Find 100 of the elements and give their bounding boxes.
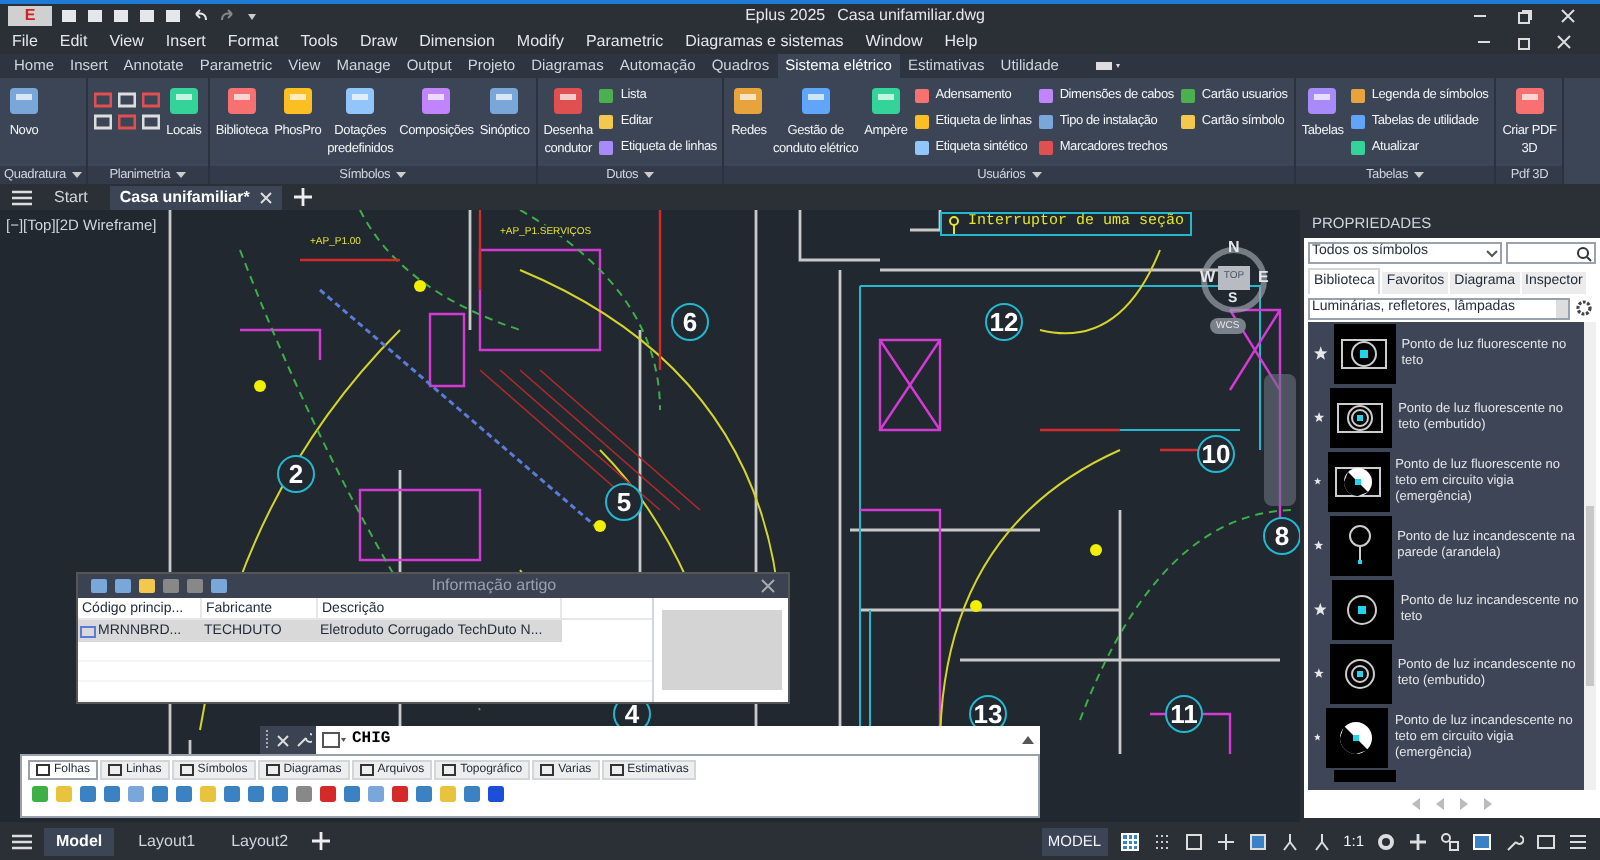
star-icon[interactable] — [1314, 410, 1325, 424]
close-icon[interactable] — [760, 578, 777, 594]
workspace-icon[interactable] — [1094, 58, 1123, 74]
menu-item[interactable]: Tools — [300, 29, 338, 53]
menu-icon[interactable] — [12, 189, 32, 205]
caret-icon[interactable] — [71, 171, 82, 179]
star-icon[interactable] — [1314, 538, 1324, 552]
search-field[interactable] — [1506, 242, 1596, 264]
light-point — [970, 600, 982, 612]
symbol-thumbnail — [1334, 770, 1396, 782]
tab-icon — [108, 764, 123, 776]
room-number: 2 — [277, 455, 315, 493]
tab-icon — [359, 764, 374, 776]
tool-icon — [550, 84, 587, 118]
switch-symbol-icon — [948, 215, 960, 233]
settings-icon[interactable] — [1576, 300, 1592, 316]
star-icon[interactable] — [1314, 602, 1327, 616]
menu-item[interactable]: Window — [865, 29, 923, 53]
dots-grid-icon[interactable] — [1151, 831, 1172, 851]
item-icon — [80, 625, 96, 637]
room-number: 10 — [1197, 435, 1235, 473]
command-text: CHIG — [352, 728, 391, 752]
layout-tab[interactable]: Layout1 — [126, 827, 208, 855]
person-icon[interactable] — [1311, 831, 1332, 851]
star-icon[interactable] — [1314, 346, 1328, 360]
menu-item[interactable]: Draw — [359, 29, 398, 53]
menu-item[interactable]: Dimension — [419, 29, 495, 53]
plus-icon[interactable] — [293, 188, 312, 206]
undo-icon[interactable] — [190, 8, 210, 24]
menu-item[interactable]: Format — [227, 29, 279, 53]
menu-item[interactable]: Modify — [516, 29, 564, 53]
grip-icon[interactable] — [264, 730, 270, 750]
room-number: 8 — [1263, 517, 1300, 555]
redo-icon[interactable] — [218, 8, 238, 24]
room-number: 5 — [605, 483, 643, 521]
plus-icon[interactable] — [312, 832, 331, 850]
tool-icon — [486, 84, 523, 118]
menu-item[interactable]: File — [12, 29, 38, 53]
star-icon[interactable] — [1314, 730, 1321, 744]
crosshair-icon[interactable] — [1215, 831, 1236, 851]
scrollbar[interactable] — [1584, 322, 1596, 790]
caret-icon[interactable] — [1031, 171, 1042, 179]
square-icon[interactable] — [1247, 831, 1268, 851]
layout-tab[interactable]: Model — [44, 827, 115, 855]
tab-icon — [179, 764, 194, 776]
layout-tab[interactable]: Layout2 — [219, 827, 301, 855]
light-point — [1090, 544, 1102, 556]
caret-icon[interactable] — [1022, 736, 1034, 744]
room-number: 11 — [1165, 695, 1203, 733]
caret-icon[interactable] — [176, 171, 187, 179]
menu-item[interactable]: Edit — [59, 29, 88, 53]
shapes-icon[interactable] — [1440, 831, 1460, 851]
document-tab[interactable]: Casa unifamiliar* — [109, 185, 282, 209]
caret-icon[interactable] — [644, 171, 655, 179]
menu-icon[interactable] — [12, 833, 32, 849]
menu-icon[interactable] — [1568, 831, 1588, 851]
compass-label: N — [1228, 236, 1240, 260]
menu-item[interactable]: View — [109, 29, 144, 53]
plus-icon[interactable] — [1408, 831, 1428, 851]
tool-icon — [6, 84, 42, 118]
menu-item[interactable]: Help — [944, 29, 978, 53]
tool-icon — [730, 84, 767, 118]
menu-item[interactable]: Insert — [165, 29, 206, 53]
room-number: 6 — [671, 303, 709, 341]
app-title: Eplus 2025 — [745, 4, 826, 28]
light-point — [414, 280, 426, 292]
tool-icon — [797, 84, 834, 118]
room-number: 12 — [985, 303, 1023, 341]
dialog-title: Informação artigo — [431, 574, 557, 598]
restore-icon[interactable] — [1516, 8, 1532, 24]
monitor-icon[interactable] — [1536, 831, 1556, 851]
document-tab[interactable]: Start — [44, 185, 98, 209]
person-icon[interactable] — [1279, 831, 1300, 851]
tab-icon — [540, 764, 555, 776]
tool-icon — [279, 84, 316, 118]
window-icon[interactable] — [1472, 831, 1492, 851]
search-icon — [1576, 245, 1592, 261]
grid-icon[interactable] — [1119, 831, 1140, 851]
document-title: Casa unifamiliar.dwg — [837, 4, 985, 28]
star-icon[interactable] — [1314, 474, 1322, 488]
photo-placeholder — [661, 610, 781, 690]
gear-icon[interactable] — [1376, 831, 1396, 851]
star-icon[interactable] — [1314, 666, 1324, 680]
wrench-icon[interactable] — [296, 732, 312, 748]
light-point — [594, 520, 606, 532]
terminal-icon[interactable] — [322, 732, 346, 748]
square-icon[interactable] — [1183, 831, 1204, 851]
tab-icon — [609, 764, 624, 776]
chevron-icon — [1486, 249, 1498, 257]
caret-icon[interactable] — [246, 8, 258, 24]
caret-icon[interactable] — [1414, 171, 1424, 179]
tool-icon — [1304, 84, 1341, 118]
tool-icon — [418, 84, 455, 118]
command-line-field[interactable]: CHIG — [316, 726, 1040, 754]
menu-item[interactable]: Diagramas e sistemas — [685, 29, 844, 53]
caret-icon[interactable] — [396, 171, 407, 179]
tool-icon — [165, 84, 202, 118]
menu-item[interactable]: Parametric — [585, 29, 664, 53]
wrench-icon[interactable] — [1504, 831, 1524, 851]
restore-icon[interactable] — [1516, 33, 1532, 49]
